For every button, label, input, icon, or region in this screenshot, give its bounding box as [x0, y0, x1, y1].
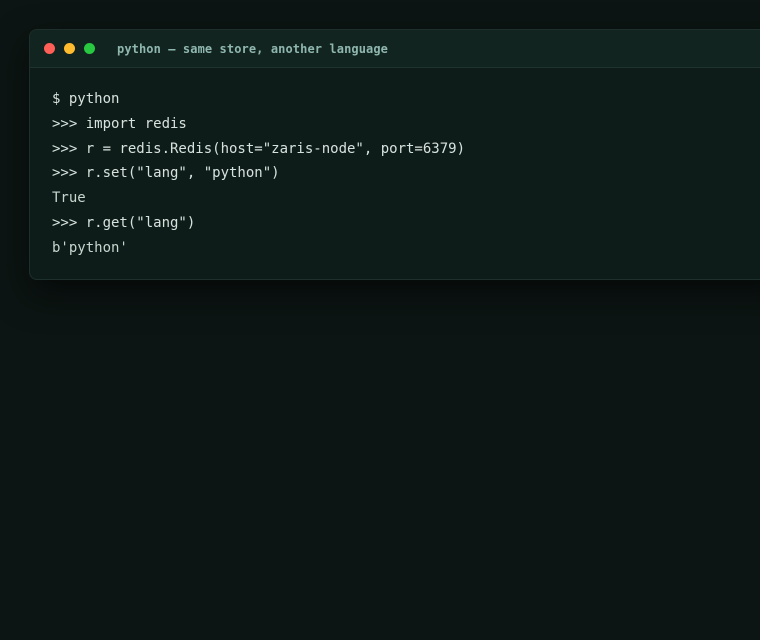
repl-input-line: >>> import redis: [52, 115, 187, 132]
window-controls: [44, 43, 104, 54]
close-button[interactable]: [44, 43, 55, 54]
repl-input-line: >>> r.set("lang", "python"): [52, 165, 280, 182]
terminal-output[interactable]: $ python >>> import redis >>> r = redis.…: [52, 90, 760, 264]
window-title: python — same store, another language: [117, 41, 389, 56]
maximize-button[interactable]: [84, 43, 95, 54]
repl-input-line: >>> r = redis.Redis(host="zaris-node", p…: [52, 140, 466, 157]
repl-input-line: >>> r.get("lang"): [52, 214, 196, 231]
shell-prompt-line: $ python: [52, 91, 120, 107]
minimize-button[interactable]: [64, 43, 75, 54]
repl-output-line: True: [52, 190, 86, 207]
repl-output-line: b'python': [52, 239, 128, 256]
terminal-window: python — same store, another language $ …: [29, 29, 760, 280]
title-bar: python — same store, another language: [30, 30, 760, 68]
